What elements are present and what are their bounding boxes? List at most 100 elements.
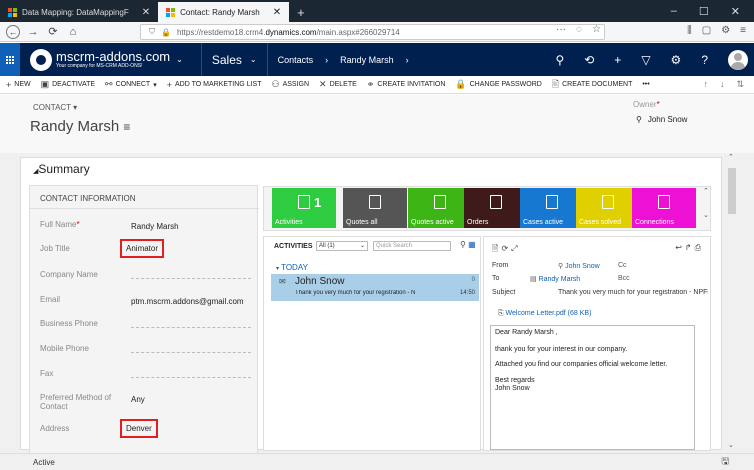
assign-button[interactable]: ⚇ ASSIGN [271,79,309,90]
extension-icon[interactable]: ⚙ [721,25,730,36]
search-icon[interactable]: ⚲ [555,53,564,67]
preferred-contact-method-field[interactable]: Any [131,395,251,404]
chevron-up-icon[interactable]: ⌃ [728,153,734,161]
browser-tools: ⫼ ▢ ⚙ ≡ [687,25,746,36]
tile-count: 1 [314,195,322,210]
business-phone-field[interactable] [131,327,251,328]
owner-field[interactable]: ⚲ John Snow [636,115,687,124]
from-value[interactable]: ⚲ John Snow [558,262,600,270]
forward-icon[interactable]: → [26,25,40,39]
job-title-field[interactable]: Animator [120,239,165,258]
app-launcher-icon[interactable] [0,43,20,76]
summary-heading[interactable]: ◢Summary [33,162,90,176]
full-name-field[interactable]: Randy Marsh [131,222,251,231]
to-name: Randy Marsh [538,276,581,283]
attachment-name: Welcome Letter.pdf (68 KB) [505,310,592,317]
email-body[interactable]: Dear Randy Marsh , thank you for your in… [490,325,695,450]
maximize-icon[interactable]: ☐ [699,5,709,18]
page-scrollbar[interactable]: ⌃ ⌄ [726,153,738,453]
settings-icon[interactable]: ⚙ [671,53,682,67]
user-avatar[interactable] [728,49,748,70]
plus-icon: + [6,79,12,90]
arrow-up-icon[interactable]: ↑ [703,79,708,90]
chevron-down-icon: ⌄ [249,55,257,64]
tile-cases-solved[interactable]: Cases solved [576,188,640,228]
activities-search-input[interactable]: Quick Search [373,241,451,251]
preferred-contact-method-label: Preferred Method of Contact [40,393,112,411]
connect-button[interactable]: ⚯ CONNECT ▾ [105,79,157,90]
delete-icon: ✕ [319,79,327,89]
back-icon[interactable]: ← [6,24,20,39]
breadcrumb-record[interactable]: Randy Marsh [340,55,394,65]
close-tab-icon[interactable]: ✕ [142,7,150,18]
chevron-up-icon[interactable]: ⌃ [703,188,709,195]
search-icon[interactable]: ⚲ [460,240,466,249]
tile-quotes-active[interactable]: Quotes active [408,188,472,228]
reply-all-icon[interactable]: ↩ [675,243,685,252]
delete-button[interactable]: ✕ DELETE [319,79,357,90]
deactivate-button[interactable]: ▣ DEACTIVATE [41,79,95,90]
email-field[interactable]: ptm.mscrm.addons@gmail.com [131,297,251,306]
url-domain: dynamics.com [265,27,317,37]
address-field[interactable]: Denver [120,419,158,438]
more-dots-icon[interactable]: ··· [556,24,566,35]
activity-row[interactable]: ✉ John Snow 0 Thank you very much for yo… [271,274,479,301]
bookmark-star-icon[interactable]: ☆ [592,24,601,35]
save-icon[interactable]: 🖫 [721,454,729,470]
tile-orders[interactable]: Orders [464,188,528,228]
home-icon[interactable]: ⌂ [66,25,80,39]
mobile-phone-field[interactable] [131,352,251,353]
create-document-button[interactable]: 🖹 CREATE DOCUMENT [552,77,633,93]
entity-selector[interactable]: CONTACT ▾ [33,103,77,112]
list-menu-icon[interactable]: ≡ [123,120,130,134]
add-to-marketing-list-button[interactable]: + ADD TO MARKETING LIST [167,80,262,90]
help-icon[interactable]: ? [701,53,708,67]
arrow-down-icon[interactable]: ↓ [720,79,725,90]
browser-tab-data-mapping[interactable]: Data Mapping: DataMappingF ✕ [0,2,158,22]
tile-cases-active[interactable]: Cases active [520,188,584,228]
minimize-icon[interactable]: – [671,5,677,17]
app-selector[interactable]: Sales ⌄ [200,43,257,76]
new-button[interactable]: + NEW [6,80,31,90]
url-field[interactable]: ⛉ 🔒 https://restdemo18.crm4. dynamics.com… [140,24,605,40]
chevron-right-icon[interactable]: › [406,55,409,65]
scrollbar-thumb[interactable] [728,168,736,214]
company-name-field[interactable] [131,278,251,279]
attachment-link[interactable]: ⎘ Welcome Letter.pdf (68 KB) [498,310,591,318]
company-logo[interactable]: mscrm-addons.com Your company for MS-CRM… [30,48,183,71]
refresh-icon[interactable]: ⟳ [501,244,511,253]
tiles-scroller[interactable]: ⌃ ⌄ [703,188,709,220]
new-tab-icon[interactable]: + [289,2,313,22]
group-today[interactable]: ▾ TODAY [276,263,308,272]
plus-icon[interactable]: + [614,53,621,67]
history-icon[interactable]: ⟲ [584,53,594,67]
browser-tab-contact[interactable]: Contact: Randy Marsh ✕ [158,2,290,22]
more-commands-icon[interactable]: ••• [642,81,649,88]
email-preview-panel: 🗎⟳⤢ ↩↱⎙ From ⚲ John Snow Cc To ▤ Randy M… [483,236,711,451]
tile-quotes-all[interactable]: Quotes all [343,188,407,228]
activities-filter-select[interactable]: All (1) ⌄ [316,241,368,251]
menu-icon[interactable]: ≡ [740,25,746,36]
tile-connections[interactable]: Connections [632,188,696,228]
breadcrumb-contacts[interactable]: Contacts [278,55,314,65]
to-value[interactable]: ▤ Randy Marsh [530,275,580,283]
expand-icon[interactable]: ⇅ [736,79,744,90]
print-icon[interactable]: ⎙ [695,243,704,252]
expand-icon[interactable]: ⤢ [511,244,520,253]
library-icon[interactable]: ⫼ [687,25,692,36]
tile-activities[interactable]: 1 Activities [272,188,336,228]
sidebar-icon[interactable]: ▢ [702,25,711,36]
close-window-icon[interactable]: ✕ [731,5,740,18]
pocket-icon[interactable]: ◌ [576,24,582,35]
chevron-down-icon[interactable]: ⌄ [703,212,709,219]
filter-icon[interactable]: ▽ [641,53,650,67]
forward-icon[interactable]: ↱ [685,243,695,252]
change-password-button[interactable]: 🔒 CHANGE PASSWORD [455,79,541,90]
grid-view-icon[interactable]: ▦ [468,240,476,249]
chevron-down-icon[interactable]: ⌄ [728,441,734,449]
close-tab-icon[interactable]: ✕ [273,7,281,18]
reload-icon[interactable]: ⟳ [46,25,60,39]
fax-field[interactable] [131,377,251,378]
email-greeting: Dear Randy Marsh , [495,329,558,336]
create-invitation-button[interactable]: ⚭ CREATE INVITATION [367,79,446,90]
